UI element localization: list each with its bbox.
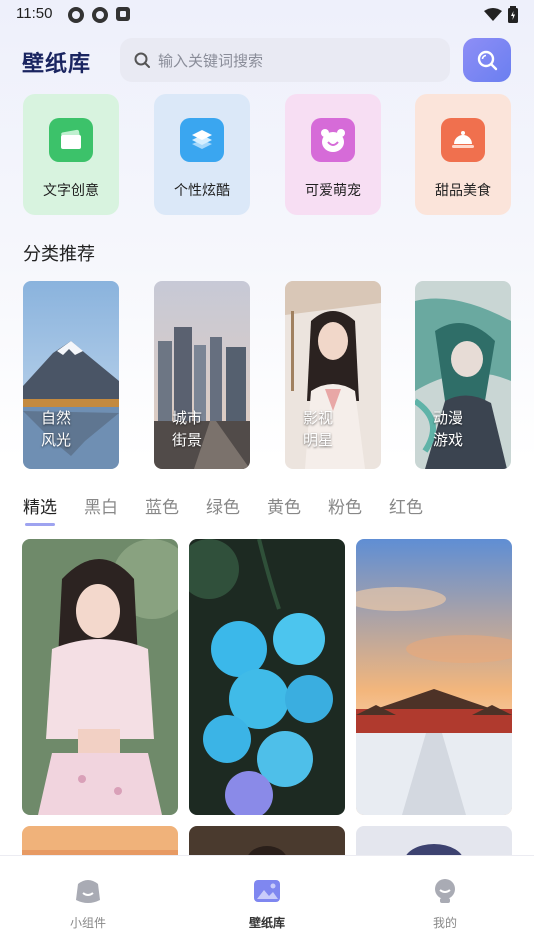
tab-featured[interactable]: 精选 [23,493,57,526]
nav-widgets[interactable]: 小组件 [38,878,138,931]
tab-red[interactable]: 红色 [389,493,423,518]
nav-label: 壁纸库 [248,916,285,930]
girl-in-pink-dress-image [22,539,178,815]
category-card-cute-pets[interactable]: 可爱萌宠 [285,94,381,215]
wifi-icon [484,7,502,21]
tab-black-white[interactable]: 黑白 [84,493,118,518]
category-card-cool[interactable]: 个性炫酷 [154,94,250,215]
color-tabs: 精选 黑白 蓝色 绿色 黄色 粉色 红色 [23,493,450,526]
bottom-navigation: 小组件 壁纸库 我的 [0,855,534,950]
tab-pink[interactable]: 粉色 [328,493,362,518]
search-icon [134,52,150,68]
recommend-label: 城市 街景 [172,409,203,449]
recommend-tile-anime[interactable]: 动漫 游戏 [415,281,511,469]
nav-wallpapers[interactable]: 壁纸库 [217,878,317,931]
app-logo: 壁纸库 [22,52,92,77]
category-card-text-creative[interactable]: 文字创意 [23,94,119,215]
wallpaper-gallery-icon [254,880,280,902]
recommend-tile-nature[interactable]: 自然 风光 [23,281,119,469]
nav-profile[interactable]: 我的 [395,878,495,931]
nav-label: 我的 [432,916,457,930]
tab-blue[interactable]: 蓝色 [145,493,179,518]
wallpaper-thumbnail[interactable] [356,539,512,815]
food-dome-icon [441,118,485,162]
recommend-label: 影视 明星 [303,409,334,449]
status-bar: 11:50 [0,0,534,30]
layers-icon [180,118,224,162]
nav-label: 小组件 [69,916,106,930]
blue-grapes-image [189,539,345,815]
category-card-desserts[interactable]: 甜品美食 [415,94,511,215]
forbidden-city-sunset-image [356,539,512,815]
profile-face-icon [435,879,455,903]
search-input[interactable]: 输入关键词搜索 [120,38,450,82]
section-title: 分类推荐 [23,244,95,265]
wallpaper-thumbnail[interactable] [22,539,178,815]
pet-face-icon [311,118,355,162]
recommend-label: 动漫 游戏 [433,409,464,449]
recommend-tile-movies[interactable]: 影视 明星 [285,281,381,469]
app-notification-icon [92,7,108,23]
category-label: 甜品美食 [435,183,491,199]
battery-icon [508,6,518,23]
app-notification-icon [116,7,130,21]
search-icon [477,50,498,71]
notification-icons [68,7,130,23]
tab-yellow[interactable]: 黄色 [267,493,301,518]
widget-face-icon [76,880,100,903]
category-label: 个性炫酷 [174,183,230,199]
recommend-tile-city[interactable]: 城市 街景 [154,281,250,469]
text-card-icon [49,118,93,162]
search-placeholder: 输入关键词搜索 [158,51,264,70]
category-label: 文字创意 [43,183,99,199]
system-icons [484,6,518,23]
tab-green[interactable]: 绿色 [206,493,240,518]
wallpaper-thumbnail[interactable] [189,539,345,815]
app-notification-icon [68,7,84,23]
recommend-label: 自然 风光 [41,409,72,449]
status-time: 11:50 [16,5,53,22]
category-label: 可爱萌宠 [305,183,361,199]
search-button[interactable] [463,38,511,82]
